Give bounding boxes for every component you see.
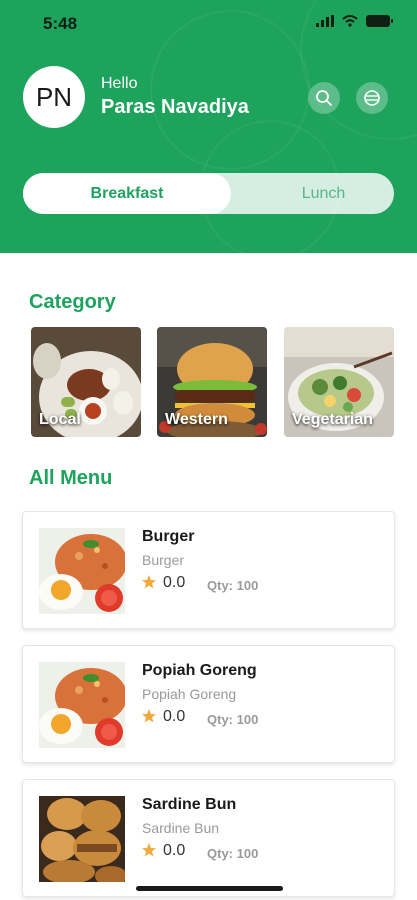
fried-rice-image bbox=[39, 662, 125, 748]
menu-item-image bbox=[39, 528, 125, 614]
menu-item-qty: Qty: 100 bbox=[207, 712, 259, 727]
menu-item-qty: Qty: 100 bbox=[207, 578, 259, 593]
category-card-local[interactable]: Local bbox=[31, 327, 141, 437]
user-name: Paras Navadiya bbox=[101, 96, 249, 118]
star-icon bbox=[142, 843, 156, 857]
menu-item-subtitle: Sardine Bun bbox=[142, 820, 220, 836]
buns-image bbox=[39, 796, 125, 882]
menu-item-card[interactable]: Sardine Bun Sardine Bun 0.0 Qty: 100 bbox=[22, 779, 395, 897]
menu-item-image bbox=[39, 662, 125, 748]
logout-icon bbox=[364, 90, 380, 106]
home-indicator bbox=[136, 886, 283, 891]
greeting-text: Hello bbox=[101, 75, 138, 92]
fried-rice-image bbox=[39, 528, 125, 614]
menu-item-card[interactable]: Popiah Goreng Popiah Goreng 0.0 Qty: 100 bbox=[22, 645, 395, 763]
star-icon bbox=[142, 575, 156, 589]
category-heading: Category bbox=[29, 291, 116, 313]
status-icons bbox=[316, 15, 393, 27]
status-time: 5:48 bbox=[43, 14, 78, 33]
menu-item-subtitle: Popiah Goreng bbox=[142, 686, 237, 702]
search-icon bbox=[316, 90, 332, 106]
all-menu-heading: All Menu bbox=[29, 467, 113, 489]
menu-item-qty: Qty: 100 bbox=[207, 846, 259, 861]
search-button[interactable] bbox=[308, 82, 340, 114]
app-header: 5:48 PN Hello Paras Navadiya Breakfast L… bbox=[0, 0, 417, 253]
menu-item-name: Popiah Goreng bbox=[142, 662, 257, 679]
category-label: Western bbox=[165, 411, 228, 428]
category-label: Vegetarian bbox=[292, 411, 373, 428]
category-label: Local bbox=[39, 411, 81, 428]
toggle-breakfast[interactable]: Breakfast bbox=[23, 173, 231, 214]
avatar-initials: PN bbox=[35, 81, 73, 112]
menu-item-name: Sardine Bun bbox=[142, 796, 237, 813]
signal-icon bbox=[316, 15, 334, 27]
wifi-icon bbox=[342, 15, 358, 27]
menu-item-card[interactable]: Burger Burger 0.0 Qty: 100 bbox=[22, 511, 395, 629]
menu-item-rating: 0.0 bbox=[163, 842, 186, 859]
menu-item-subtitle: Burger bbox=[142, 552, 185, 568]
category-card-vegetarian[interactable]: Vegetarian bbox=[284, 327, 394, 437]
battery-icon bbox=[366, 15, 393, 27]
menu-item-rating: 0.0 bbox=[163, 708, 186, 725]
toggle-lunch[interactable]: Lunch bbox=[253, 173, 394, 214]
category-card-western[interactable]: Western bbox=[157, 327, 267, 437]
menu-item-rating: 0.0 bbox=[163, 574, 186, 591]
logout-button[interactable] bbox=[356, 82, 388, 114]
menu-item-image bbox=[39, 796, 125, 882]
menu-item-name: Burger bbox=[142, 528, 195, 545]
star-icon bbox=[142, 709, 156, 723]
avatar[interactable]: PN bbox=[23, 66, 85, 128]
meal-toggle: Breakfast Lunch bbox=[23, 173, 394, 214]
